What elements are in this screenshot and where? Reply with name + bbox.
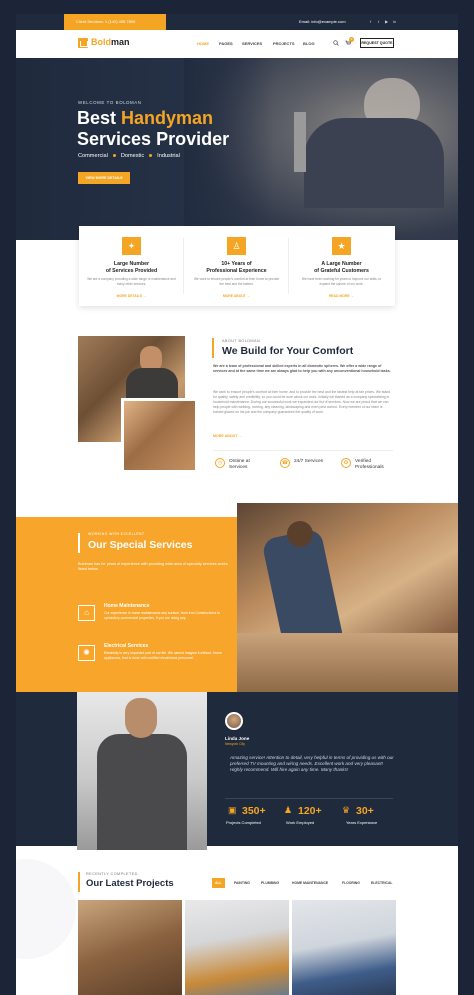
services-intro: Boldman has for years of experience with… [78,562,228,572]
workers-icon: ♟ [284,805,293,815]
feature-desc: We have been working for years to improv… [301,277,382,286]
view-details-button[interactable]: VIEW MORE DETAILS [78,172,130,184]
project-image[interactable] [78,900,182,995]
client-services: Client Services: 1 (142) 456 7890 [64,14,166,30]
about-photo-hands [121,398,198,473]
about-title: We Build for Your Comfort [222,345,354,357]
email-contact[interactable]: Email: info@example.com [299,14,346,30]
bulb-icon: ✺ [78,645,95,661]
feature-title: 10+ Years of Professional Experience [206,261,267,274]
filter-all[interactable]: ALL [212,878,225,888]
feature-desc: We work to ensure people's comfort at th… [193,277,280,286]
feature-more-link[interactable]: MORE DETAILS → [79,294,184,298]
linkedin-icon[interactable]: in [392,19,397,24]
logo[interactable]: Boldman [91,37,130,47]
feature-desc: We are a company providing a wide range … [87,277,176,286]
projects-title: Our Latest Projects [86,878,174,889]
services-photo [237,503,458,692]
testimonial-name: Linda Jone [225,736,250,741]
about-lead: We are a team of professional and skille… [213,364,391,374]
filter-electrical[interactable]: ELECTRICAL [368,878,395,888]
service-desc: Our experience in home maintenance any s… [104,611,220,620]
top-bar: Client Services: 1 (142) 456 7890 Email:… [16,14,458,30]
main-header: Boldman HOME PAGES SERVICES PROJECTS BLO… [16,30,458,58]
service-desc: Electricity is very important part of ou… [104,651,223,660]
feature-more-link[interactable]: READ MORE → [289,294,394,298]
trophy-icon: ♛ [342,805,351,815]
tools-icon: ✦ [122,237,141,255]
nav-pages[interactable]: PAGES [219,41,233,46]
services-label: WORKING WITH EXCELLENT [88,532,145,536]
logo-icon[interactable] [78,38,88,48]
filter-flooring[interactable]: FLOORING [339,878,363,888]
hero-title: Best Handyman Services Provider [77,108,230,149]
about-body: We work to ensure people's comfort at th… [213,390,391,414]
nav-blog[interactable]: BLOG [303,41,315,46]
filter-home-maintenance[interactable]: HOME MAINTENANCE [289,878,331,888]
feature-cards: ✦ Large Number of Services Provided We a… [79,226,395,306]
clock-icon: ◷ [215,458,225,468]
avatar [225,712,243,730]
feature-card: ✦ Large Number of Services Provided We a… [79,226,184,306]
testimonial-section: Linda Jone Newyork City Amazing service!… [16,692,458,850]
nav-services[interactable]: SERVICES [242,41,262,46]
about-more-link[interactable]: MORE ABOUT → [213,434,242,438]
nav-home[interactable]: HOME [197,41,209,46]
request-quote-button[interactable]: REQUEST QUOTE [360,38,394,48]
project-image[interactable] [292,900,396,995]
feature-more-link[interactable]: MORE ABOUT → [184,294,289,298]
service-title[interactable]: Electrical Services [104,643,148,649]
page-frame: Client Services: 1 (142) 456 7890 Email:… [16,14,458,995]
facebook-icon[interactable]: f [368,19,373,24]
hero-tags: Commercial Domestic Industrial [78,153,180,159]
feature-card: ♙ 10+ Years of Professional Experience W… [184,226,289,306]
filter-plumbing[interactable]: PLUMBING [258,878,282,888]
house-icon: ⌂ [78,605,95,621]
testimonial-photo [77,692,207,850]
project-image[interactable] [185,900,289,995]
twitter-icon[interactable]: t [376,19,381,24]
search-icon[interactable] [333,40,339,46]
about-label: ABOUT BOLDMAN [222,339,261,343]
youtube-icon[interactable]: ▶ [384,19,389,24]
feature-title: Large Number of Services Provided [105,261,158,274]
feature-card: ★ A Large Number of Grateful Customers W… [289,226,394,306]
briefcase-icon: ▣ [228,805,237,815]
filter-painting[interactable]: PAINTING [231,878,253,888]
hero-welcome: WELCOME TO BOLDMAN [78,100,142,105]
worker-body [304,118,444,208]
service-title[interactable]: Home Maintenance [104,603,150,609]
person-icon: ♙ [227,237,246,255]
projects-label: RECENTLY COMPLETED [86,872,138,876]
testimonial-location: Newyork City [225,742,245,746]
cart-count-badge: 0 [349,37,354,42]
services-title: Our Special Services [88,539,193,551]
testimonial-quote: Amazing service! Attention to detail, ve… [230,755,394,773]
thumbs-up-icon: ★ [332,237,351,255]
hero-section: WELCOME TO BOLDMAN Best Handyman Services… [16,58,458,240]
feature-title: A Large Number of Grateful Customers [314,261,369,274]
nav-projects[interactable]: PROJECTS [273,41,295,46]
award-icon: ✪ [341,458,351,468]
support-icon: ☎ [280,458,290,468]
services-section: WORKING WITH EXCELLENT Our Special Servi… [16,517,237,692]
